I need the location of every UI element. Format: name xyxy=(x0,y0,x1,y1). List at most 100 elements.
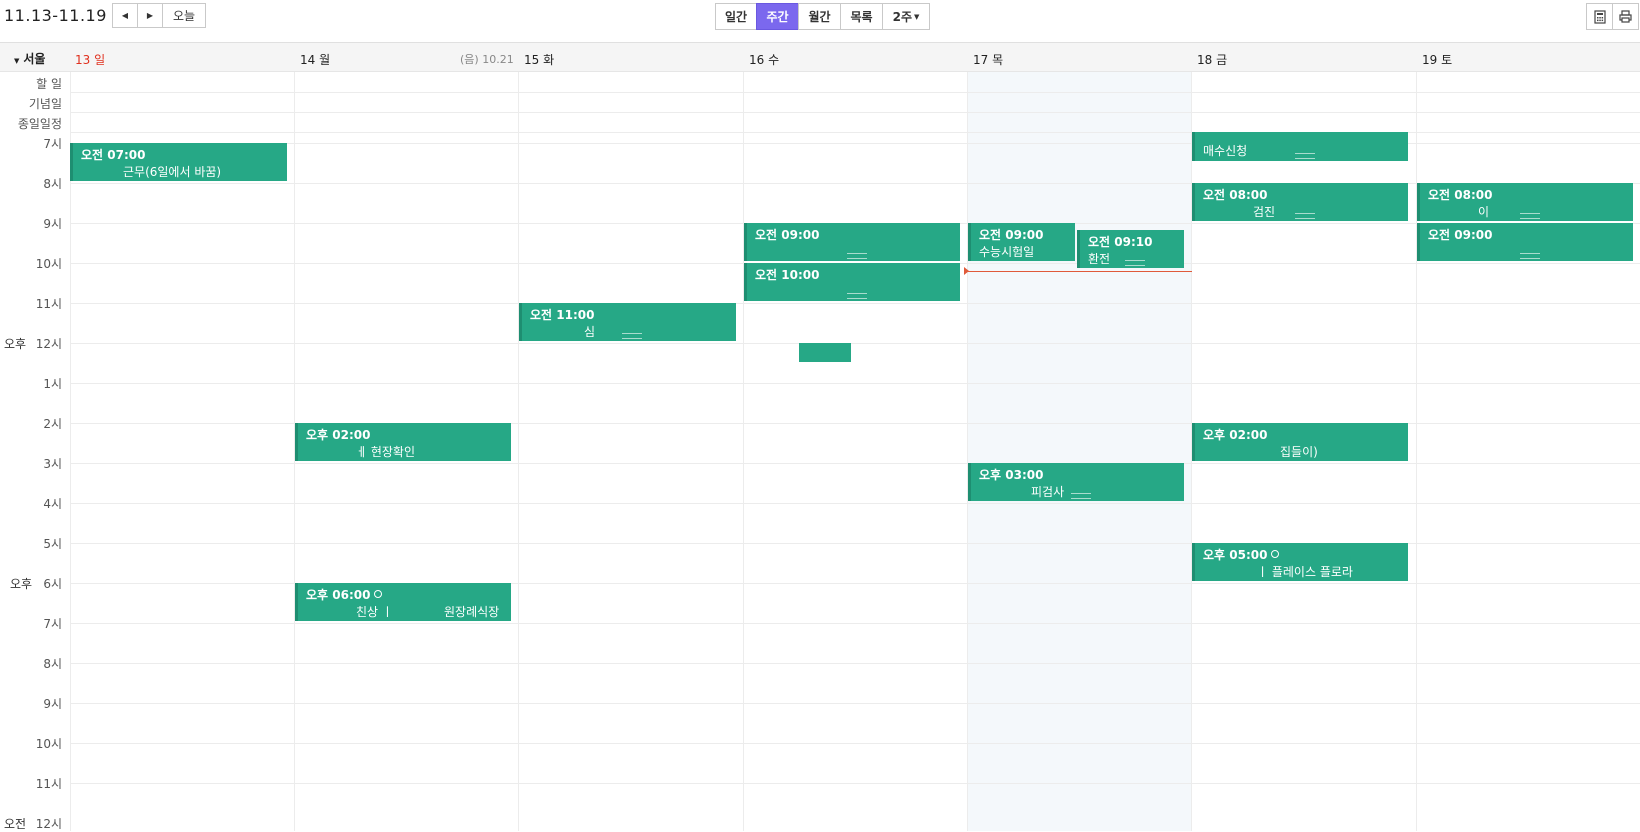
grid-hour-line xyxy=(70,783,1640,784)
event-time: 오전 07:00 xyxy=(81,148,146,162)
event-title: 피검사 xyxy=(1031,485,1065,499)
grid-column-line xyxy=(743,72,744,831)
day-header-wed[interactable]: 16 수 xyxy=(749,51,779,68)
grid-column-line xyxy=(518,72,519,831)
timezone-label: 서울 xyxy=(23,52,46,66)
view-month-button[interactable]: 월간 xyxy=(798,3,841,30)
event-time-text: 오후 05:00 xyxy=(1203,548,1268,562)
event-block[interactable]: 오전 08:00 검진 xyxy=(1192,183,1408,221)
pm-label-six: 오후 xyxy=(10,577,33,591)
grid-hour-line xyxy=(70,303,1640,304)
grid-hour-line xyxy=(70,703,1640,704)
printer-icon xyxy=(1619,10,1632,23)
resize-handle[interactable] xyxy=(1071,493,1091,499)
time-label: 8시 xyxy=(43,177,62,191)
grid-hour-line xyxy=(70,383,1640,384)
day-header-fri[interactable]: 18 금 xyxy=(1197,51,1227,68)
resize-handle[interactable] xyxy=(1520,213,1540,219)
location-pin-icon xyxy=(374,590,383,598)
event-block[interactable]: 오후 02:00 집들이) xyxy=(1192,423,1408,461)
view-2week-label: 2주 xyxy=(892,10,912,24)
resize-handle[interactable] xyxy=(1295,153,1315,159)
grid-hour-line xyxy=(70,743,1640,744)
event-block[interactable]: 오후 05:00 ㅣ 플레이스 플로라 xyxy=(1192,543,1408,581)
week-header-row: ▼ 서울 13 일 14 월 (음) 10.21 15 화 16 수 17 목 1… xyxy=(0,42,1640,72)
time-label: 11시 xyxy=(35,297,62,311)
view-week-button[interactable]: 주간 xyxy=(756,3,799,30)
resize-handle[interactable] xyxy=(847,293,867,299)
allday-row-allday: 종일일정 xyxy=(17,117,62,131)
resize-handle[interactable] xyxy=(1295,213,1315,219)
prev-week-button[interactable]: ◀ xyxy=(112,3,138,28)
event-block[interactable]: 오후 03:00 피검사 xyxy=(968,463,1184,501)
event-block[interactable]: 매수신청 xyxy=(1192,132,1408,161)
event-title: 근무(6일에서 바꿈) xyxy=(123,165,222,179)
event-block[interactable]: 오전 10:00 xyxy=(744,263,960,301)
day-header-sun[interactable]: 13 일 xyxy=(75,51,105,68)
allday-row-todo: 할 일 xyxy=(36,77,62,91)
grid-row-line xyxy=(70,92,1640,93)
resize-handle[interactable] xyxy=(1125,260,1145,266)
resize-handle[interactable] xyxy=(847,253,867,259)
event-title: 집들이) xyxy=(1280,445,1318,459)
calculator-button[interactable] xyxy=(1586,3,1613,30)
event-block[interactable] xyxy=(799,343,851,362)
event-title: 이 xyxy=(1478,205,1490,219)
calculator-icon xyxy=(1593,9,1606,24)
event-time-text: 오후 06:00 xyxy=(306,588,371,602)
grid-hour-line xyxy=(70,463,1640,464)
pm-label-noon: 오후 xyxy=(4,337,27,351)
lunar-date-label: (음) 10.21 xyxy=(460,53,514,66)
grid-column-line xyxy=(70,72,71,831)
day-header-thu[interactable]: 17 목 xyxy=(973,51,1003,68)
day-header-mon[interactable]: 14 월 xyxy=(300,51,330,68)
next-week-button[interactable]: ▶ xyxy=(137,3,163,28)
event-time: 오전 08:00 xyxy=(1428,188,1493,202)
event-time: 오전 09:00 xyxy=(755,228,820,242)
event-time: 오후 02:00 xyxy=(306,428,371,442)
event-time: 오후 02:00 xyxy=(1203,428,1268,442)
time-label: 9시 xyxy=(43,217,62,231)
time-label: 2시 xyxy=(43,417,62,431)
grid-hour-line xyxy=(70,503,1640,504)
event-block[interactable]: 오후 02:00 ㅔ 현장확인 xyxy=(295,423,511,461)
chevron-left-icon: ◀ xyxy=(121,11,129,20)
event-block[interactable]: 오전 07:00 근무(6일에서 바꿈) xyxy=(70,143,287,181)
view-list-button[interactable]: 목록 xyxy=(840,3,883,30)
event-time: 오후 06:00 xyxy=(306,586,383,603)
event-title: 환전 xyxy=(1088,252,1111,266)
grid-column-line xyxy=(967,72,968,831)
grid-hour-line xyxy=(70,663,1640,664)
event-block[interactable]: 오전 08:00 이 xyxy=(1417,183,1633,221)
resize-handle[interactable] xyxy=(1520,253,1540,259)
resize-handle[interactable] xyxy=(622,333,642,339)
print-button[interactable] xyxy=(1612,3,1639,30)
date-range-title: 11.13-11.19 xyxy=(4,6,107,25)
event-block[interactable]: 오전 11:00 심 xyxy=(519,303,736,341)
event-block[interactable]: 오전 09:10 환전 xyxy=(1077,230,1184,268)
event-time: 오전 11:00 xyxy=(530,308,595,322)
event-block[interactable]: 오전 09:00 수능시험일 xyxy=(968,223,1075,261)
event-title: 심 xyxy=(584,325,596,339)
location-pin-icon xyxy=(1271,550,1280,558)
timezone-selector[interactable]: ▼ 서울 xyxy=(14,50,45,67)
event-time: 오전 08:00 xyxy=(1203,188,1268,202)
event-block[interactable]: 오후 06:00 친상 ㅣ 원장례식장 xyxy=(295,583,511,621)
view-day-button[interactable]: 일간 xyxy=(715,3,757,30)
event-time: 오후 05:00 xyxy=(1203,546,1280,563)
view-switcher: 일간 주간 월간 목록 2주 ▼ xyxy=(715,3,930,30)
day-header-tue[interactable]: 15 화 xyxy=(524,51,554,68)
event-block[interactable]: 오전 09:00 xyxy=(1417,223,1633,261)
event-time: 오후 03:00 xyxy=(979,468,1044,482)
time-label: 5시 xyxy=(43,537,62,551)
event-time: 오전 09:00 xyxy=(979,228,1044,242)
caret-down-icon: ▼ xyxy=(914,12,920,21)
event-block[interactable]: 오전 09:00 xyxy=(744,223,960,261)
caret-down-icon: ▼ xyxy=(14,57,20,65)
view-2week-button[interactable]: 2주 ▼ xyxy=(882,3,930,30)
day-header-sat[interactable]: 19 토 xyxy=(1422,51,1452,68)
event-time: 오전 10:00 xyxy=(755,268,820,282)
today-button[interactable]: 오늘 xyxy=(162,3,206,28)
event-title: 매수신청 xyxy=(1203,144,1248,158)
time-label: 9시 xyxy=(43,697,62,711)
